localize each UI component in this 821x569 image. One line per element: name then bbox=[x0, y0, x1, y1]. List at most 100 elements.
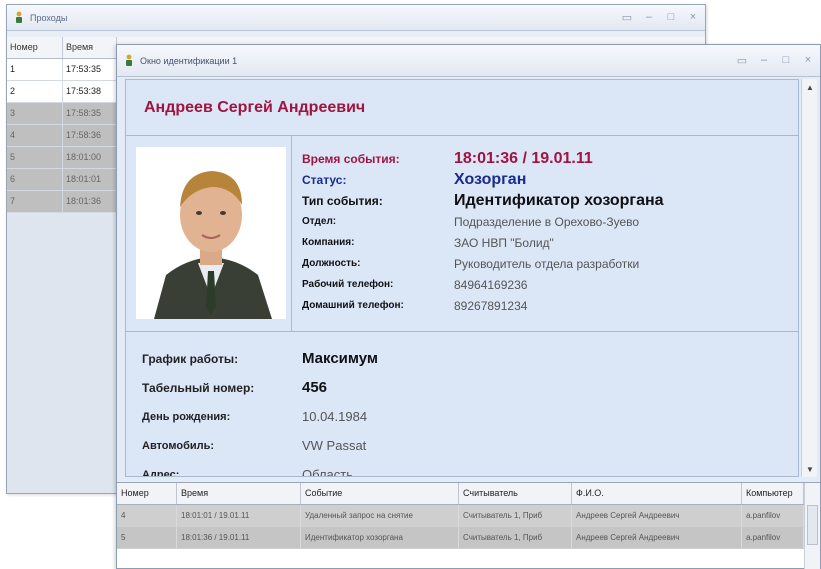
identification-window: Окно идентификации 1 ▭ – □ × Андреев Сер… bbox=[116, 44, 821, 569]
table-row[interactable]: 2 17:53:38 bbox=[7, 81, 117, 103]
passages-table: Номер Время 1 17:53:35 2 17:53:38 3 17:5… bbox=[7, 37, 117, 213]
work-phone-row: Рабочий телефон: 84964169236 bbox=[302, 274, 664, 295]
restore-icon[interactable]: ▭ bbox=[736, 54, 748, 67]
status-value: Хозорган bbox=[454, 170, 527, 188]
cell-fio: Андреев Сергей Андреевич bbox=[572, 527, 742, 548]
column-header-computer[interactable]: Компьютер bbox=[742, 483, 804, 504]
row-time: 17:53:35 bbox=[63, 59, 117, 80]
cell-event: Идентификатор хозоргана bbox=[301, 527, 459, 548]
table-row[interactable]: 5 18:01:36 / 19.01.11 Идентификатор хозо… bbox=[117, 527, 820, 549]
name-band: Андреев Сергей Андреевич bbox=[126, 80, 798, 136]
car-row: Автомобиль: VW Passat bbox=[142, 431, 798, 460]
event-time-label: Время события: bbox=[302, 151, 400, 166]
home-phone-label: Домашний телефон: bbox=[302, 300, 404, 311]
address-row: Адрес: Область bbox=[142, 460, 798, 477]
column-header-event[interactable]: Событие bbox=[301, 483, 459, 504]
scroll-up-icon[interactable]: ▲ bbox=[802, 79, 818, 95]
row-time: 18:01:00 bbox=[63, 147, 117, 168]
grid-scrollbar[interactable] bbox=[804, 483, 820, 569]
table-row[interactable]: 7 18:01:36 bbox=[7, 191, 117, 213]
maximize-icon[interactable]: □ bbox=[780, 54, 792, 67]
tab-number-label: Табельный номер: bbox=[142, 380, 255, 395]
scrollbar-thumb[interactable] bbox=[807, 505, 818, 545]
restore-icon[interactable]: ▭ bbox=[621, 11, 633, 24]
table-row[interactable]: 3 17:58:35 bbox=[7, 103, 117, 125]
company-value: ЗАО НВП "Болид" bbox=[454, 235, 554, 250]
car-label: Автомобиль: bbox=[142, 439, 215, 452]
minimize-icon[interactable]: – bbox=[758, 54, 770, 67]
close-icon[interactable]: × bbox=[802, 54, 814, 67]
cell-reader: Считыватель 1, Приб bbox=[459, 527, 572, 548]
scroll-down-icon[interactable]: ▼ bbox=[802, 461, 818, 477]
details-section: График работы: Максимум Табельный номер:… bbox=[126, 332, 798, 477]
table-row[interactable]: 5 18:01:00 bbox=[7, 147, 117, 169]
event-section: Время события: 18:01:36 / 19.01.11 Стату… bbox=[126, 136, 798, 332]
column-header-time[interactable]: Время bbox=[177, 483, 301, 504]
birthday-row: День рождения: 10.04.1984 bbox=[142, 402, 798, 431]
address-value: Область bbox=[302, 467, 354, 477]
maximize-icon[interactable]: □ bbox=[665, 11, 677, 24]
position-label: Должность: bbox=[302, 258, 361, 269]
cell-reader: Считыватель 1, Приб bbox=[459, 505, 572, 526]
event-type-value: Идентификатор хозоргана bbox=[454, 191, 664, 209]
birthday-label: День рождения: bbox=[142, 410, 231, 423]
table-header: Номер Время bbox=[7, 37, 117, 59]
row-number: 3 bbox=[7, 103, 63, 124]
car-value: VW Passat bbox=[302, 438, 367, 453]
event-type-label: Тип события: bbox=[302, 193, 383, 208]
table-row[interactable]: 1 17:53:35 bbox=[7, 59, 117, 81]
schedule-value: Максимум bbox=[302, 350, 379, 367]
company-label: Компания: bbox=[302, 237, 355, 248]
table-row[interactable]: 6 18:01:01 bbox=[7, 169, 117, 191]
person-card: Андреев Сергей Андреевич Время события: … bbox=[125, 79, 799, 477]
passages-titlebar[interactable]: Проходы ▭ – □ × bbox=[7, 5, 705, 31]
events-grid: Номер Время Событие Считыватель Ф.И.О. К… bbox=[117, 482, 820, 569]
home-phone-value: 89267891234 bbox=[454, 298, 528, 313]
table-row[interactable]: 4 18:01:01 / 19.01.11 Удаленный запрос н… bbox=[117, 505, 820, 527]
tab-number-value: 456 bbox=[302, 379, 328, 396]
birthday-value: 10.04.1984 bbox=[302, 409, 368, 424]
address-label: Адрес: bbox=[142, 468, 180, 477]
row-number: 6 bbox=[7, 169, 63, 190]
window-title: Проходы bbox=[30, 12, 68, 23]
app-icon bbox=[123, 54, 135, 68]
department-label: Отдел: bbox=[302, 216, 337, 227]
row-number: 1 bbox=[7, 59, 63, 80]
minimize-icon[interactable]: – bbox=[643, 11, 655, 24]
cell-no: 5 bbox=[117, 527, 177, 548]
card-scrollbar[interactable]: ▲ ▼ bbox=[801, 79, 817, 477]
event-time-value: 18:01:36 / 19.01.11 bbox=[454, 149, 593, 167]
event-time-row: Время события: 18:01:36 / 19.01.11 bbox=[302, 148, 664, 169]
row-time: 17:58:36 bbox=[63, 125, 117, 146]
status-label: Статус: bbox=[302, 172, 347, 187]
cell-no: 4 bbox=[117, 505, 177, 526]
column-header-time[interactable]: Время bbox=[63, 37, 117, 58]
person-photo bbox=[136, 147, 286, 319]
column-header-reader[interactable]: Считыватель bbox=[459, 483, 572, 504]
column-header-no[interactable]: Номер bbox=[117, 483, 177, 504]
status-row: Статус: Хозорган bbox=[302, 169, 664, 190]
window-title: Окно идентификации 1 bbox=[140, 55, 238, 66]
work-phone-label: Рабочий телефон: bbox=[302, 279, 394, 290]
department-row: Отдел: Подразделение в Орехово-Зуево bbox=[302, 211, 664, 232]
cell-computer: a.panfilov bbox=[742, 505, 804, 526]
company-row: Компания: ЗАО НВП "Болид" bbox=[302, 232, 664, 253]
table-row[interactable]: 4 17:58:36 bbox=[7, 125, 117, 147]
cell-fio: Андреев Сергей Андреевич bbox=[572, 505, 742, 526]
identification-titlebar[interactable]: Окно идентификации 1 ▭ – □ × bbox=[117, 45, 820, 77]
event-info: Время события: 18:01:36 / 19.01.11 Стату… bbox=[292, 136, 664, 331]
event-type-row: Тип события: Идентификатор хозоргана bbox=[302, 190, 664, 211]
schedule-label: График работы: bbox=[142, 351, 239, 366]
empty-table-area bbox=[7, 213, 117, 493]
row-time: 18:01:01 bbox=[63, 169, 117, 190]
position-row: Должность: Руководитель отдела разработк… bbox=[302, 253, 664, 274]
grid-header: Номер Время Событие Считыватель Ф.И.О. К… bbox=[117, 483, 820, 505]
work-phone-value: 84964169236 bbox=[454, 277, 528, 292]
row-time: 17:53:38 bbox=[63, 81, 117, 102]
row-number: 4 bbox=[7, 125, 63, 146]
column-header-no[interactable]: Номер bbox=[7, 37, 63, 58]
close-icon[interactable]: × bbox=[687, 11, 699, 24]
person-name: Андреев Сергей Андреевич bbox=[144, 98, 366, 116]
tab-number-row: Табельный номер: 456 bbox=[142, 373, 798, 402]
column-header-fio[interactable]: Ф.И.О. bbox=[572, 483, 742, 504]
